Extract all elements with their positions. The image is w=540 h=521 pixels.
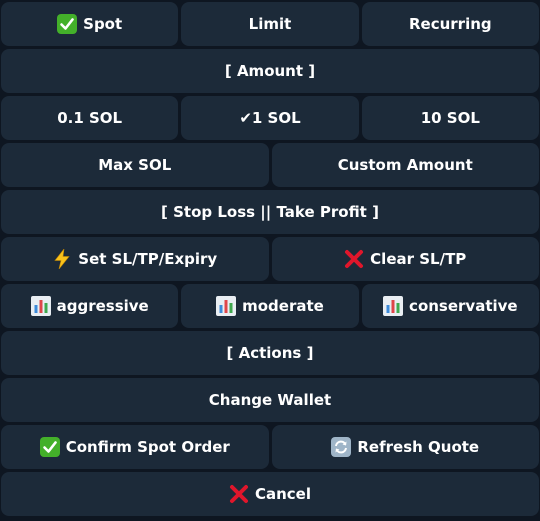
clear-sltp-button[interactable]: Clear SL/TP [271, 237, 539, 281]
max-sol-button[interactable]: Max SOL [1, 143, 269, 187]
cancel-label: Cancel [254, 485, 311, 503]
bar-chart-icon [383, 296, 404, 316]
change-wallet-label: Change Wallet [208, 391, 332, 409]
cross-mark-icon [229, 484, 249, 504]
refresh-quote-button[interactable]: Refresh Quote [271, 425, 539, 469]
refresh-icon [331, 437, 352, 457]
change-wallet-button[interactable]: Change Wallet [1, 378, 539, 422]
cross-mark-icon [344, 249, 364, 269]
actions-header-row: [ Actions ] [1, 331, 539, 375]
sltp-row: Set SL/TP/Expiry Clear SL/TP [1, 237, 539, 281]
actions-header-label: [ Actions ] [226, 344, 314, 362]
amount-1-sol-button[interactable]: ✔1 SOL [181, 96, 359, 140]
sltp-header-button[interactable]: [ Stop Loss || Take Profit ] [1, 190, 539, 234]
recurring-label: Recurring [408, 15, 492, 33]
spot-label: Spot [83, 15, 123, 33]
amount-1-sol-label: ✔1 SOL [239, 109, 301, 127]
cancel-button[interactable]: Cancel [1, 472, 539, 516]
conservative-label: conservative [409, 297, 518, 315]
aggressive-button[interactable]: aggressive [1, 284, 179, 328]
amount-header-label: [ Amount ] [224, 62, 316, 80]
amount-10-sol-label: 10 SOL [420, 109, 480, 127]
confirm-row: Confirm Spot Order Refresh Quote [1, 425, 539, 469]
lightning-icon [52, 249, 72, 269]
custom-amount-button[interactable]: Custom Amount [271, 143, 539, 187]
change-wallet-row: Change Wallet [1, 378, 539, 422]
recurring-button[interactable]: Recurring [361, 2, 539, 46]
set-sltp-label: Set SL/TP/Expiry [78, 250, 218, 268]
limit-label: Limit [248, 15, 292, 33]
set-sltp-button[interactable]: Set SL/TP/Expiry [1, 237, 269, 281]
conservative-button[interactable]: conservative [361, 284, 539, 328]
amount-0-1-sol-button[interactable]: 0.1 SOL [1, 96, 179, 140]
clear-sltp-label: Clear SL/TP [370, 250, 467, 268]
moderate-button[interactable]: moderate [181, 284, 359, 328]
amount-extra-row: Max SOL Custom Amount [1, 143, 539, 187]
check-mark-icon [39, 437, 60, 457]
order-type-row: Spot Limit Recurring [1, 2, 539, 46]
cancel-row: Cancel [1, 472, 539, 516]
confirm-spot-order-label: Confirm Spot Order [65, 438, 230, 456]
aggressive-label: aggressive [56, 297, 149, 315]
amount-0-1-sol-label: 0.1 SOL [57, 109, 123, 127]
confirm-spot-order-button[interactable]: Confirm Spot Order [1, 425, 269, 469]
inline-keyboard: Spot Limit Recurring [ Amount ] 0.1 SOL … [0, 0, 540, 521]
refresh-quote-label: Refresh Quote [357, 438, 480, 456]
amount-preset-row: 0.1 SOL ✔1 SOL 10 SOL [1, 96, 539, 140]
amount-10-sol-button[interactable]: 10 SOL [361, 96, 539, 140]
amount-header-row: [ Amount ] [1, 49, 539, 93]
sltp-header-label: [ Stop Loss || Take Profit ] [161, 203, 379, 221]
preset-row: aggressive moderate conservative [1, 284, 539, 328]
spot-button[interactable]: Spot [1, 2, 179, 46]
amount-header-button[interactable]: [ Amount ] [1, 49, 539, 93]
check-mark-icon [57, 14, 78, 34]
limit-button[interactable]: Limit [181, 2, 359, 46]
sltp-header-row: [ Stop Loss || Take Profit ] [1, 190, 539, 234]
custom-amount-label: Custom Amount [337, 156, 473, 174]
bar-chart-icon [216, 296, 237, 316]
bar-chart-icon [30, 296, 51, 316]
moderate-label: moderate [242, 297, 324, 315]
max-sol-label: Max SOL [98, 156, 172, 174]
actions-header-button[interactable]: [ Actions ] [1, 331, 539, 375]
